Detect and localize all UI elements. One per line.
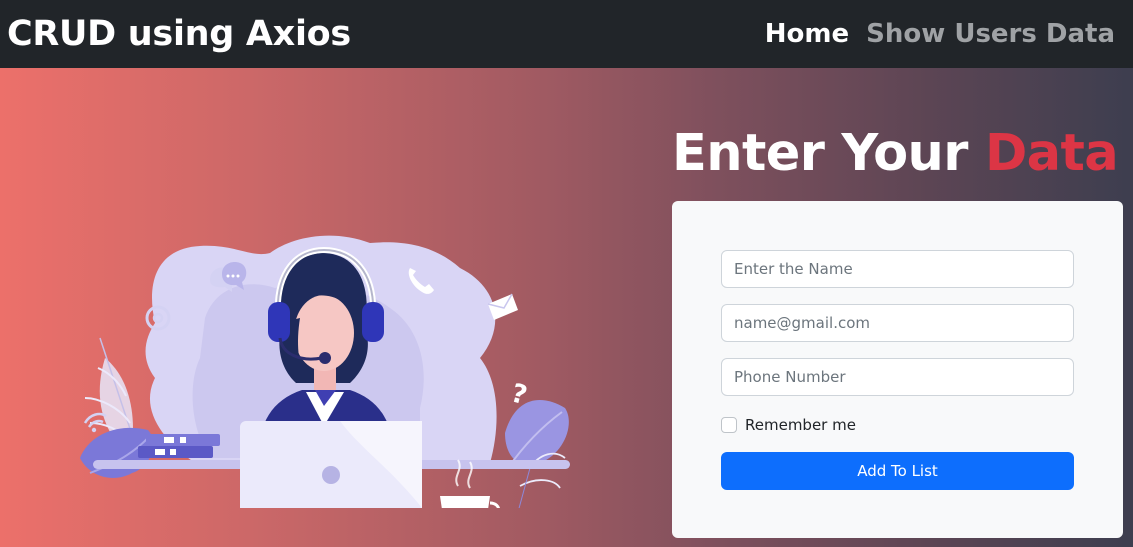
data-entry-card: Remember me Add To List (672, 201, 1123, 538)
name-input[interactable] (721, 250, 1074, 288)
email-input[interactable] (721, 304, 1074, 342)
support-agent-illustration: ? (80, 235, 570, 508)
brand-title[interactable]: CRUD using Axios (0, 14, 351, 54)
heading-accent-text: Data (984, 124, 1119, 183)
nav-links: Home Show Users Data (765, 19, 1133, 49)
phone-input[interactable] (721, 358, 1074, 396)
nav-home-link[interactable]: Home (765, 19, 849, 49)
remember-me-checkbox[interactable] (721, 417, 737, 433)
remember-me-label[interactable]: Remember me (745, 416, 856, 434)
heading-main-text: Enter Your (672, 124, 968, 183)
nav-show-users-link[interactable]: Show Users Data (866, 19, 1115, 49)
form-heading: Enter Your Data (672, 124, 1119, 183)
remember-me-row: Remember me (721, 416, 856, 434)
navbar: CRUD using Axios Home Show Users Data (0, 0, 1133, 68)
add-to-list-button[interactable]: Add To List (721, 452, 1074, 490)
hero-section: ? Enter Your Data Remember me Add To Lis… (0, 68, 1133, 547)
